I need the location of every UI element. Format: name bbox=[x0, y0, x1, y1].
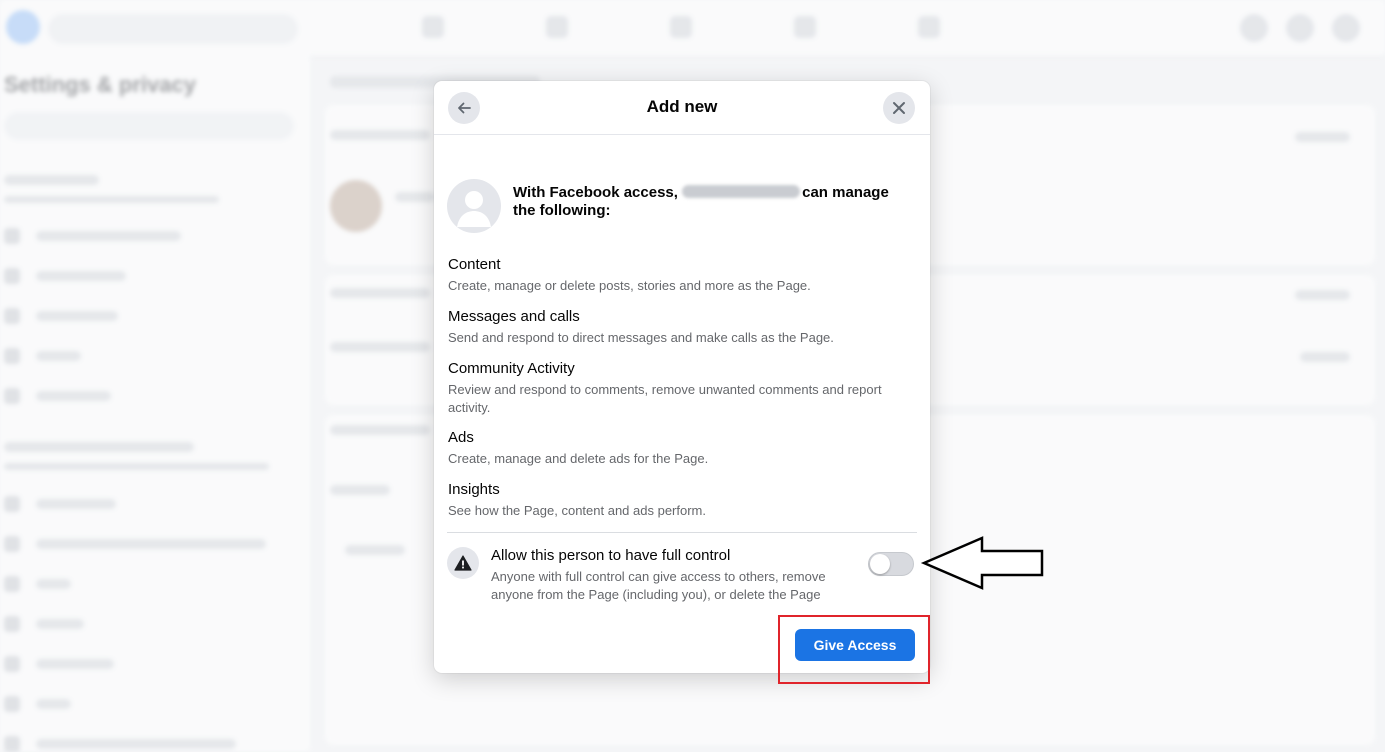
sidebar-item bbox=[36, 351, 81, 361]
main-card-text bbox=[330, 342, 430, 352]
permission-item: Messages and calls Send and respond to d… bbox=[448, 308, 908, 347]
sidebar-item-icon bbox=[4, 616, 20, 632]
sidebar-item bbox=[36, 739, 236, 749]
sidebar-section-subtitle bbox=[4, 196, 219, 203]
pointing-arrow-icon bbox=[920, 536, 1044, 590]
dialog-title: Add new bbox=[646, 97, 718, 116]
permission-title: Insights bbox=[448, 481, 500, 498]
sidebar-section-title bbox=[4, 175, 99, 185]
permission-title: Ads bbox=[448, 429, 474, 446]
permission-description: Create, manage or delete posts, stories … bbox=[448, 278, 811, 293]
sidebar-item bbox=[36, 499, 116, 509]
sidebar-item-icon bbox=[4, 308, 20, 324]
access-intro-text: With Facebook access, can manage the fol… bbox=[513, 184, 913, 220]
full-control-toggle[interactable] bbox=[868, 552, 914, 576]
dialog-header: Add new bbox=[434, 81, 930, 135]
profile-icon bbox=[1332, 14, 1360, 42]
search-bar bbox=[48, 14, 298, 44]
sidebar-item bbox=[36, 311, 118, 321]
main-card-title bbox=[330, 288, 430, 298]
person-name bbox=[395, 192, 435, 202]
sidebar-item bbox=[36, 391, 111, 401]
main-card-title bbox=[330, 130, 430, 140]
permission-item: Ads Create, manage and delete ads for th… bbox=[448, 429, 908, 468]
sidebar-item bbox=[36, 579, 71, 589]
facebook-logo-icon bbox=[6, 10, 40, 44]
sidebar-item bbox=[36, 619, 84, 629]
top-navigation-bar bbox=[0, 0, 1385, 57]
intro-prefix: With Facebook access, bbox=[513, 184, 678, 201]
sidebar-item-icon bbox=[4, 696, 20, 712]
sidebar-item-icon bbox=[4, 268, 20, 284]
warning-icon-container bbox=[447, 547, 479, 579]
permission-title: Community Activity bbox=[448, 360, 575, 377]
main-card-title bbox=[330, 425, 430, 435]
sidebar-item-icon bbox=[4, 496, 20, 512]
marketplace-icon bbox=[670, 16, 692, 38]
home-icon bbox=[422, 16, 444, 38]
divider bbox=[447, 532, 917, 533]
main-card-link bbox=[1300, 352, 1350, 362]
sidebar-item-icon bbox=[4, 228, 20, 244]
main-card-link bbox=[1295, 290, 1350, 300]
sidebar-item bbox=[36, 539, 266, 549]
warning-icon bbox=[454, 555, 472, 571]
sidebar-section-subtitle bbox=[4, 463, 269, 470]
groups-icon bbox=[794, 16, 816, 38]
permission-description: Create, manage and delete ads for the Pa… bbox=[448, 451, 709, 466]
sidebar-item-icon bbox=[4, 536, 20, 552]
sidebar-item-icon bbox=[4, 388, 20, 404]
main-card-text bbox=[330, 485, 390, 495]
add-new-dialog: Add new With Facebook access, can manage… bbox=[434, 81, 930, 673]
main-card-link bbox=[1295, 132, 1350, 142]
sidebar-item-icon bbox=[4, 576, 20, 592]
sidebar-item bbox=[36, 271, 126, 281]
sidebar-item bbox=[36, 699, 71, 709]
permission-item: Community Activity Review and respond to… bbox=[448, 360, 908, 417]
permission-title: Messages and calls bbox=[448, 308, 580, 325]
sidebar-section-title bbox=[4, 442, 194, 452]
sidebar-item-icon bbox=[4, 656, 20, 672]
video-icon bbox=[546, 16, 568, 38]
sidebar-item bbox=[36, 231, 181, 241]
close-button[interactable] bbox=[883, 92, 915, 124]
toggle-knob bbox=[870, 554, 890, 574]
settings-sidebar bbox=[0, 56, 310, 751]
full-control-description: Anyone with full control can give access… bbox=[491, 569, 826, 602]
permission-description: Review and respond to comments, remove u… bbox=[448, 382, 882, 415]
sidebar-item-icon bbox=[4, 348, 20, 364]
menu-icon bbox=[1240, 14, 1268, 42]
person-avatar bbox=[330, 180, 382, 232]
sidebar-search bbox=[4, 112, 294, 140]
permission-title: Content bbox=[448, 256, 501, 273]
gaming-icon bbox=[918, 16, 940, 38]
notifications-icon bbox=[1286, 14, 1314, 42]
permission-item: Insights See how the Page, content and a… bbox=[448, 481, 908, 520]
access-intro: With Facebook access, can manage the fol… bbox=[447, 179, 917, 233]
close-icon bbox=[893, 102, 905, 114]
permission-description: Send and respond to direct messages and … bbox=[448, 330, 834, 345]
highlight-box bbox=[778, 615, 930, 684]
main-card-text bbox=[345, 545, 405, 555]
sidebar-item bbox=[36, 659, 114, 669]
redacted-name bbox=[682, 185, 801, 198]
default-avatar-icon bbox=[447, 179, 501, 233]
sidebar-title: Settings & privacy bbox=[4, 72, 196, 97]
permission-description: See how the Page, content and ads perfor… bbox=[448, 503, 707, 518]
permission-item: Content Create, manage or delete posts, … bbox=[448, 256, 908, 295]
sidebar-item-icon bbox=[4, 736, 20, 752]
full-control-title: Allow this person to have full control bbox=[491, 547, 731, 564]
